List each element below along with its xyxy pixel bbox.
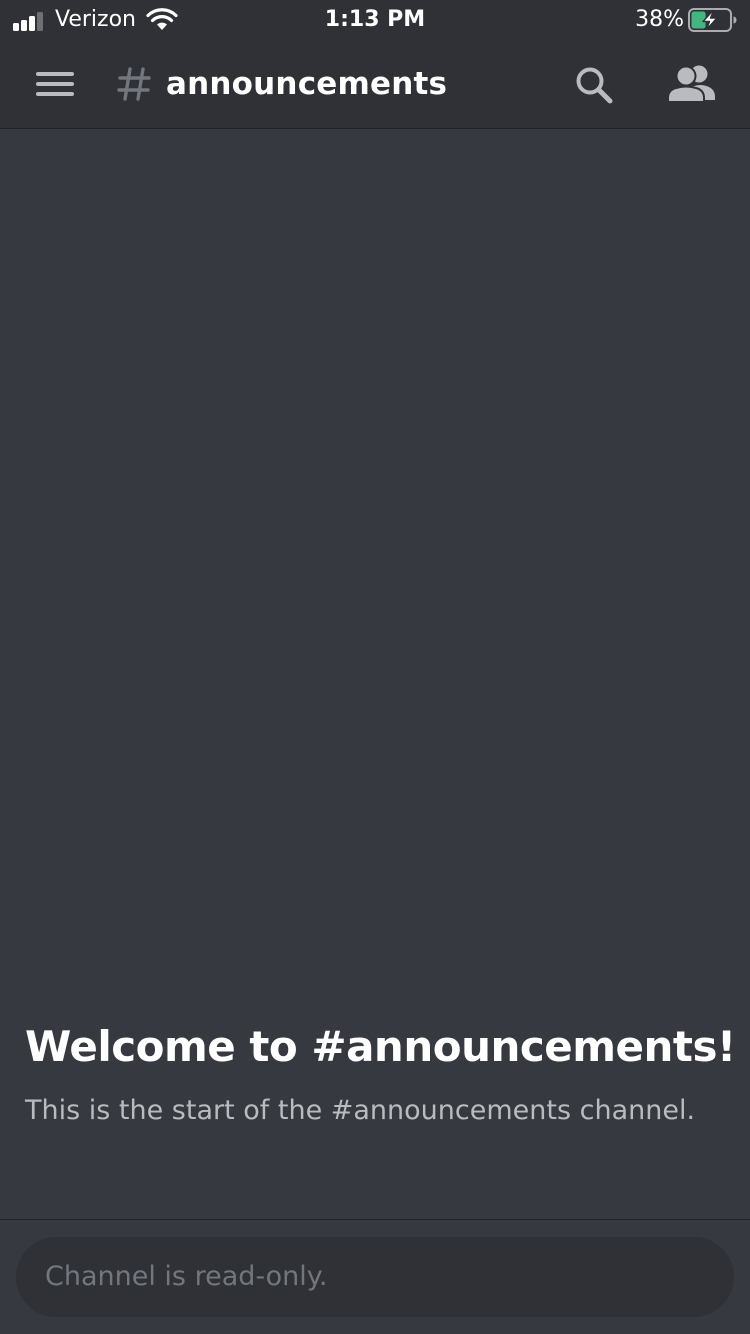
battery-charging-icon [688,8,737,32]
welcome-title: Welcome to #announcements! [25,1022,736,1071]
input-placeholder: Channel is read-only. [45,1261,328,1292]
message-input[interactable]: Channel is read-only. [16,1237,734,1317]
members-icon[interactable] [664,62,716,106]
hash-icon [117,67,151,101]
status-bar: Verizon 1:13 PM 38% [0,0,750,40]
welcome-subtitle: This is the start of the #announcements … [25,1095,696,1126]
battery-percentage: 38% [635,7,684,32]
channel-header: announcements [0,40,750,129]
message-composer-bar: Channel is read-only. [0,1219,750,1334]
discord-channel-screen: Verizon 1:13 PM 38% announcements Welcom… [0,0,750,1334]
channel-title: announcements [166,66,448,102]
search-icon[interactable] [573,64,617,108]
hamburger-menu-icon[interactable] [36,72,74,96]
